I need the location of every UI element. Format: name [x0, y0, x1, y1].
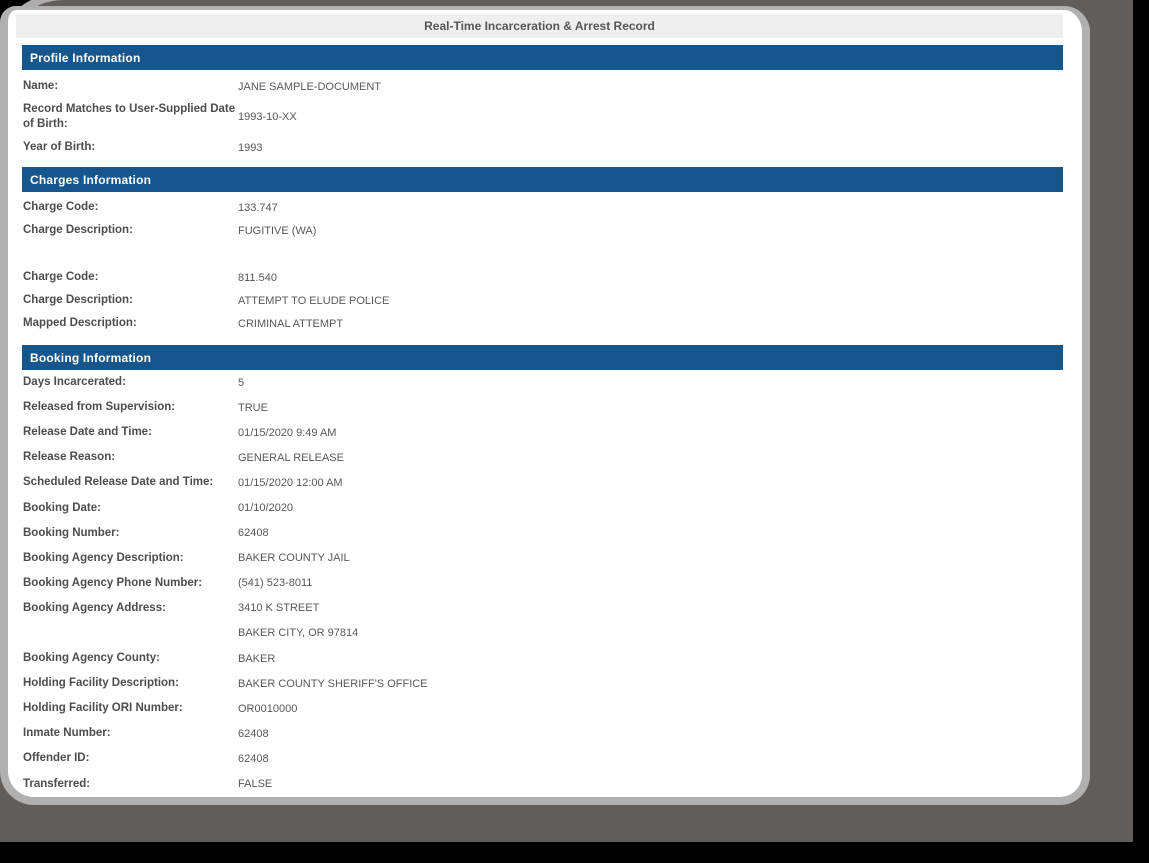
- field-label: Booking Agency Description:: [23, 551, 184, 564]
- profile-rows: Name: JANE SAMPLE-DOCUMENT Record Matche…: [22, 70, 1063, 160]
- field-row: Offender ID: 62408: [22, 746, 1063, 771]
- field-label: Booking Number:: [23, 526, 120, 539]
- field-row: Release Date and Time: 01/15/2020 9:49 A…: [22, 420, 1063, 445]
- field-label: Charge Description:: [23, 294, 133, 307]
- field-label: Release Date and Time:: [23, 426, 152, 439]
- field-row: Name: JANE SAMPLE-DOCUMENT: [22, 74, 1063, 99]
- field-row: Released from Supervision: TRUE: [22, 395, 1063, 420]
- screen: { "frame": { "accent_blue": "#17568c", "…: [0, 0, 1149, 863]
- field-row: Booking Agency Address: 3410 K STREET: [22, 596, 1063, 621]
- field-label: Charge Code:: [23, 271, 99, 284]
- field-label: Mapped Description:: [23, 317, 137, 330]
- field-row: Booking Agency Phone Number: (541) 523-8…: [22, 571, 1063, 596]
- field-value: 62408: [238, 727, 269, 740]
- field-value: (541) 523-8011: [238, 577, 313, 590]
- charges-rows: Charge Code: 133.747 Charge Description:…: [22, 192, 1063, 335]
- field-value: OR0010000: [238, 702, 298, 715]
- charge-group-divider: [22, 242, 1063, 266]
- field-label: Booking Agency Phone Number:: [23, 576, 203, 589]
- field-label: Holding Facility Description:: [23, 677, 179, 690]
- field-label: Booking Agency Address:: [23, 601, 166, 614]
- field-value: GENERAL RELEASE: [238, 451, 344, 464]
- field-row: Booking Agency Description: BAKER COUNTY…: [22, 546, 1063, 571]
- field-row: Mapped Description: CRIMINAL ATTEMPT: [22, 312, 1063, 335]
- field-value: TRUE: [238, 401, 268, 414]
- section-header-profile-information: Profile Information: [22, 45, 1063, 70]
- field-value: 01/15/2020 9:49 AM: [238, 426, 337, 439]
- field-value: 62408: [238, 752, 269, 765]
- field-value: 1993-10-XX: [238, 111, 297, 123]
- field-value: BAKER COUNTY JAIL: [238, 552, 350, 565]
- report-card: Real-Time Incarceration & Arrest Record …: [0, 6, 1090, 805]
- field-label: Scheduled Release Date and Time:: [23, 476, 214, 489]
- booking-rows: Days Incarcerated: 5 Released from Super…: [22, 370, 1063, 797]
- field-label: Booking Date:: [23, 501, 101, 514]
- field-row: Inmate Number: 62408: [22, 721, 1063, 746]
- field-label: Charge Code:: [23, 201, 99, 214]
- field-value: 5: [238, 376, 245, 389]
- field-row: BAKER CITY, OR 97814: [22, 621, 1063, 646]
- field-label: Days Incarcerated:: [23, 376, 126, 389]
- field-value: BAKER CITY, OR 97814: [238, 627, 359, 640]
- field-row: Scheduled Release Date and Time: 01/15/2…: [22, 470, 1063, 495]
- field-value: 3410 K STREET: [238, 602, 320, 615]
- field-row: Holding Facility ORI Number: OR0010000: [22, 696, 1063, 721]
- field-value: 62408: [238, 527, 269, 540]
- report-title-bar: Real-Time Incarceration & Arrest Record: [16, 14, 1063, 38]
- field-value: CRIMINAL ATTEMPT: [238, 317, 344, 330]
- field-value: JANE SAMPLE-DOCUMENT: [238, 80, 382, 93]
- field-label: Record Matches to User-Supplied Date of …: [23, 103, 236, 130]
- field-row: Charge Description: FUGITIVE (WA): [22, 219, 1063, 242]
- field-row: Charge Description: ATTEMPT TO ELUDE POL…: [22, 289, 1063, 312]
- field-row: Charge Code: 133.747: [22, 196, 1063, 219]
- report-content: Real-Time Incarceration & Arrest Record …: [8, 14, 1082, 797]
- field-label: Year of Birth:: [23, 141, 96, 154]
- field-row: Holding Facility Description: BAKER COUN…: [22, 671, 1063, 696]
- field-label: Released from Supervision:: [23, 401, 176, 414]
- field-value: 133.747: [238, 201, 278, 214]
- field-label: Charge Description:: [23, 224, 133, 237]
- field-row: Booking Number: 62408: [22, 521, 1063, 546]
- field-row: Charge Code: 811.540: [22, 266, 1063, 289]
- field-row: Year of Birth: 1993: [22, 135, 1063, 160]
- field-value: 1993: [238, 141, 263, 154]
- field-value: FALSE: [238, 778, 273, 791]
- field-row: Booking Date: 01/10/2020: [22, 495, 1063, 520]
- field-label: Inmate Number:: [23, 727, 111, 740]
- field-value: 01/10/2020: [238, 502, 294, 515]
- field-label: Booking Agency County:: [23, 652, 160, 665]
- section-title: Charges Information: [30, 172, 152, 187]
- field-value: BAKER: [238, 652, 276, 665]
- field-label: Transferred:: [23, 777, 91, 790]
- field-value: 811.540: [238, 271, 277, 284]
- field-row: Record Matches to User-Supplied Date of …: [22, 99, 1063, 135]
- section-title: Booking Information: [30, 350, 152, 365]
- field-row: Booking Agency County: BAKER: [22, 646, 1063, 671]
- field-label: Offender ID:: [23, 752, 90, 765]
- section-title: Profile Information: [30, 50, 141, 65]
- field-value: FUGITIVE (WA): [238, 224, 317, 237]
- field-row: Days Incarcerated: 5: [22, 370, 1063, 395]
- field-label: Release Reason:: [23, 451, 116, 464]
- field-value: 01/15/2020 12:00 AM: [238, 476, 343, 489]
- field-row: Transferred: FALSE: [22, 772, 1063, 797]
- field-row: Release Reason: GENERAL RELEASE: [22, 445, 1063, 470]
- page-title: Real-Time Incarceration & Arrest Record: [424, 19, 655, 33]
- field-value: BAKER COUNTY SHERIFF'S OFFICE: [238, 677, 428, 690]
- field-label: Name:: [23, 80, 59, 93]
- field-label: Holding Facility ORI Number:: [23, 702, 183, 715]
- section-header-booking-information: Booking Information: [22, 345, 1063, 370]
- section-header-charges-information: Charges Information: [22, 167, 1063, 192]
- field-value: ATTEMPT TO ELUDE POLICE: [238, 294, 390, 307]
